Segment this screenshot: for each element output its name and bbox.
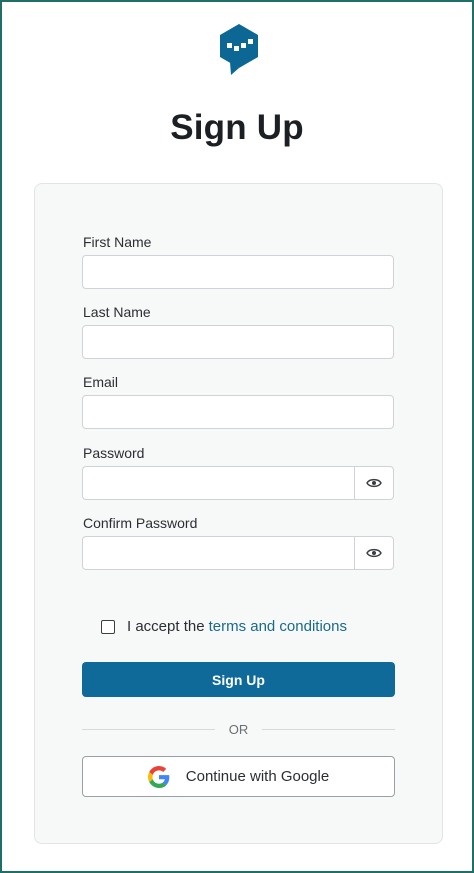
last-name-label: Last Name: [83, 304, 151, 320]
last-name-input[interactable]: [82, 325, 394, 359]
email-input[interactable]: [82, 395, 394, 429]
confirm-password-visibility-toggle[interactable]: [354, 536, 394, 570]
window-frame: Sign Up First Name Last Name Email Passw…: [0, 0, 474, 873]
password-input[interactable]: [82, 466, 354, 500]
terms-row: I accept the terms and conditions: [101, 618, 347, 635]
logo-icon: [217, 22, 261, 76]
password-visibility-toggle[interactable]: [354, 466, 394, 500]
confirm-password-group: [82, 536, 394, 570]
signup-card: First Name Last Name Email Password Conf…: [34, 183, 443, 844]
confirm-password-input[interactable]: [82, 536, 354, 570]
google-button-label: Continue with Google: [185, 768, 330, 785]
confirm-password-label: Confirm Password: [83, 515, 198, 531]
first-name-input[interactable]: [82, 255, 394, 289]
password-group: [82, 466, 394, 500]
google-icon: [147, 765, 170, 788]
terms-link[interactable]: terms and conditions: [209, 618, 347, 635]
email-label: Email: [83, 374, 119, 390]
signup-button[interactable]: Sign Up: [82, 662, 395, 697]
divider-line-right: [262, 729, 395, 730]
google-signin-button[interactable]: Continue with Google: [82, 756, 395, 797]
eye-icon: [366, 547, 382, 559]
page-title: Sign Up: [170, 108, 304, 147]
terms-prefix: I accept the: [127, 618, 205, 635]
or-divider: OR: [82, 722, 395, 737]
eye-icon: [366, 477, 382, 489]
divider-line-left: [82, 729, 215, 730]
password-label: Password: [83, 445, 145, 461]
terms-checkbox[interactable]: [101, 619, 115, 634]
first-name-label: First Name: [83, 234, 152, 250]
divider-text: OR: [228, 722, 249, 737]
